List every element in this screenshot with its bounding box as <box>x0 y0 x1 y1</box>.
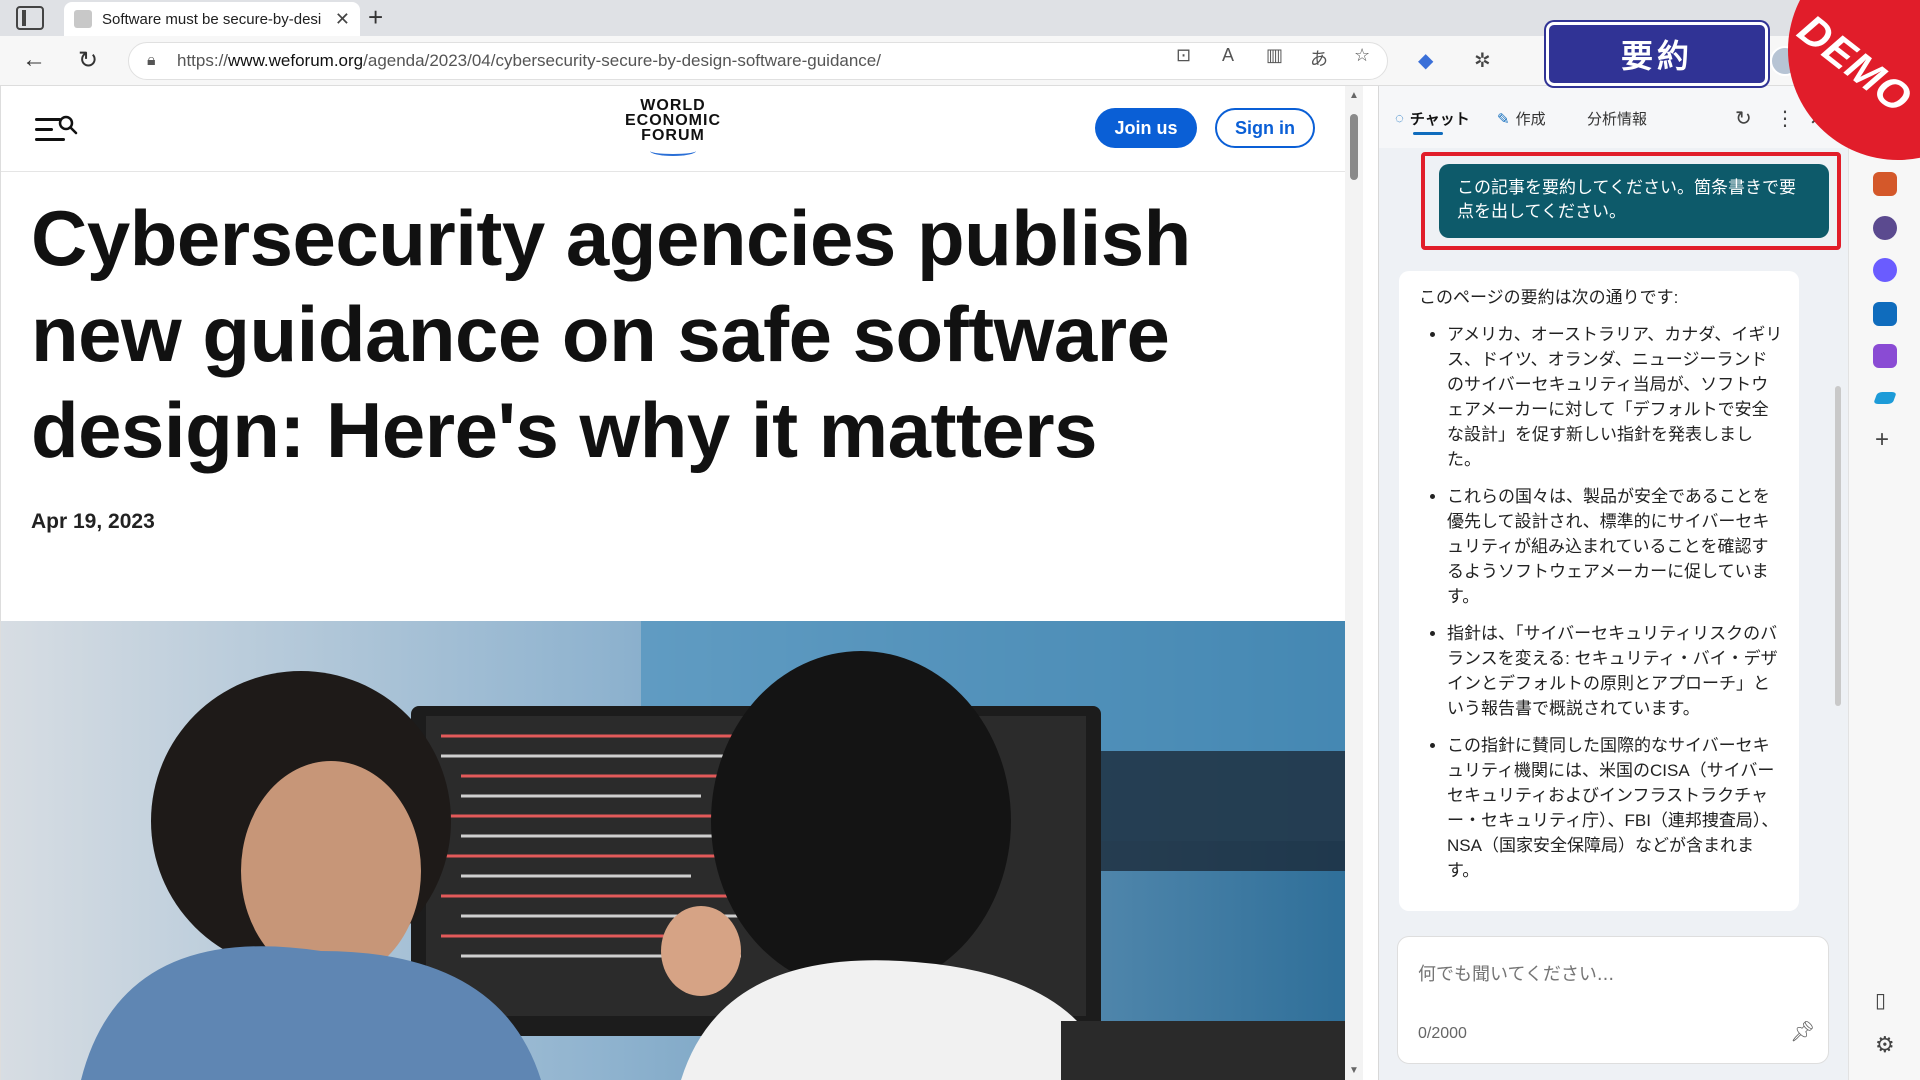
tab-title: Software must be secure-by-desi <box>102 10 322 28</box>
menu-search-icon[interactable] <box>35 114 79 146</box>
summary-badge: 要約 <box>1546 22 1768 86</box>
new-tab-icon[interactable]: + <box>368 2 383 33</box>
list-item: これらの国々は、製品が安全であることを優先して設計され、標準的にサイバーセキュリ… <box>1447 484 1783 609</box>
chat-composer: 0/2000 📌︎ <box>1397 936 1829 1064</box>
tab-chat-label: チャット <box>1409 111 1470 128</box>
join-us-button[interactable]: Join us <box>1095 108 1197 148</box>
logo-line: ECONOMIC <box>625 112 721 129</box>
site-header: WORLD ECONOMIC FORUM Join us Sign in <box>1 86 1345 172</box>
tab-chat[interactable]: ◌ チャット <box>1395 108 1470 129</box>
article-headline: Cybersecurity agencies publish new guida… <box>31 194 1191 474</box>
scroll-thumb[interactable] <box>1350 114 1358 180</box>
translate-icon[interactable]: あ <box>1310 45 1328 71</box>
hero-image <box>1 621 1345 1080</box>
logo-arc <box>650 146 696 156</box>
site-favicon-icon <box>74 10 92 28</box>
url-prefix: https:// <box>177 51 229 70</box>
scroll-down-icon[interactable]: ▼ <box>1349 1065 1359 1076</box>
more-options-icon[interactable]: ⋮ <box>1775 106 1795 131</box>
pane-scrollbar[interactable] <box>1835 386 1841 706</box>
browser-tab[interactable]: Software must be secure-by-desi ✕ <box>64 2 360 36</box>
character-counter: 0/2000 <box>1418 1025 1467 1042</box>
logo-line: WORLD <box>640 97 706 114</box>
shopping-icon[interactable]: ⊡ <box>1176 45 1191 66</box>
answer-list: アメリカ、オーストラリア、カナダ、イギリス、ドイツ、オランダ、ニュージーランドの… <box>1419 322 1783 883</box>
web-page: WORLD ECONOMIC FORUM Join us Sign in Cyb… <box>0 86 1345 1080</box>
sign-in-button[interactable]: Sign in <box>1215 108 1315 148</box>
chat-icon: ◌ <box>1395 110 1404 127</box>
address-bar[interactable]: 🔒︎ https://www.weforum.org/agenda/2023/0… <box>128 42 1388 80</box>
refresh-chat-icon[interactable]: ↻ <box>1735 106 1752 131</box>
chat-input[interactable] <box>1418 959 1798 989</box>
scroll-up-icon[interactable]: ▲ <box>1349 90 1359 101</box>
close-tab-icon[interactable]: ✕ <box>335 9 350 30</box>
article-date: Apr 19, 2023 <box>31 510 155 533</box>
games-icon[interactable] <box>1873 216 1897 240</box>
answer-intro: このページの要約は次の通りです: <box>1419 288 1679 307</box>
url-domain: www.weforum.org <box>228 51 364 70</box>
immersive-reader-icon[interactable]: ▥ <box>1266 45 1283 66</box>
tab-insights[interactable]: 分析情報 <box>1587 108 1647 129</box>
wef-logo[interactable]: WORLD ECONOMIC FORUM <box>613 98 733 156</box>
back-icon[interactable]: ← <box>22 46 46 74</box>
active-tab-indicator <box>1413 132 1443 135</box>
compose-icon: ✎ <box>1497 110 1510 128</box>
send-icon[interactable] <box>1873 392 1897 404</box>
highlight-box <box>1421 152 1841 250</box>
logo-line: FORUM <box>641 127 705 144</box>
tab-actions-icon[interactable] <box>16 6 44 30</box>
list-item: この指針に賛同した国際的なサイバーセキュリティ機関には、米国のCISA（サイバー… <box>1447 733 1783 883</box>
toolbox-icon[interactable] <box>1873 172 1897 196</box>
copilot-icon[interactable] <box>1873 258 1897 282</box>
extensions-puzzle-icon[interactable]: ✲ <box>1474 48 1491 73</box>
copilot-tabs: ◌ チャット ✎ 作成 分析情報 ↻ ⋮ ✕ <box>1379 86 1849 148</box>
tab-compose-label: 作成 <box>1515 111 1546 128</box>
list-item: 指針は、「サイバーセキュリティリスクのバランスを変える: セキュリティ・バイ・デ… <box>1447 621 1783 721</box>
lock-icon: 🔒︎ <box>147 52 156 69</box>
assistant-answer: このページの要約は次の通りです: アメリカ、オーストラリア、カナダ、イギリス、ド… <box>1399 271 1799 911</box>
page-scrollbar[interactable]: ▲ ▼ <box>1345 86 1363 1080</box>
designer-icon[interactable] <box>1873 344 1897 368</box>
extension-icon[interactable]: ◆ <box>1418 48 1433 73</box>
tab-compose[interactable]: ✎ 作成 <box>1497 108 1546 129</box>
settings-gear-icon[interactable]: ⚙ <box>1875 1032 1895 1058</box>
pin-icon[interactable]: 📌︎ <box>1790 1019 1815 1044</box>
add-icon[interactable]: + <box>1875 426 1889 454</box>
refresh-icon[interactable]: ↻ <box>78 46 98 75</box>
favorite-icon[interactable]: ☆ <box>1354 45 1370 66</box>
outlook-icon[interactable] <box>1873 302 1897 326</box>
copilot-pane: ◌ チャット ✎ 作成 分析情報 ↻ ⋮ ✕ この記事を要約してください。箇条書… <box>1378 86 1849 1080</box>
read-aloud-icon[interactable]: A <box>1222 45 1234 66</box>
sidebar-rail: + ▯ ⚙ <box>1848 86 1920 1080</box>
sidebar-toggle-icon[interactable]: ▯ <box>1875 988 1886 1013</box>
url-path: /agenda/2023/04/cybersecurity-secure-by-… <box>363 51 881 70</box>
tab-insights-label: 分析情報 <box>1587 111 1648 128</box>
list-item: アメリカ、オーストラリア、カナダ、イギリス、ドイツ、オランダ、ニュージーランドの… <box>1447 322 1783 472</box>
